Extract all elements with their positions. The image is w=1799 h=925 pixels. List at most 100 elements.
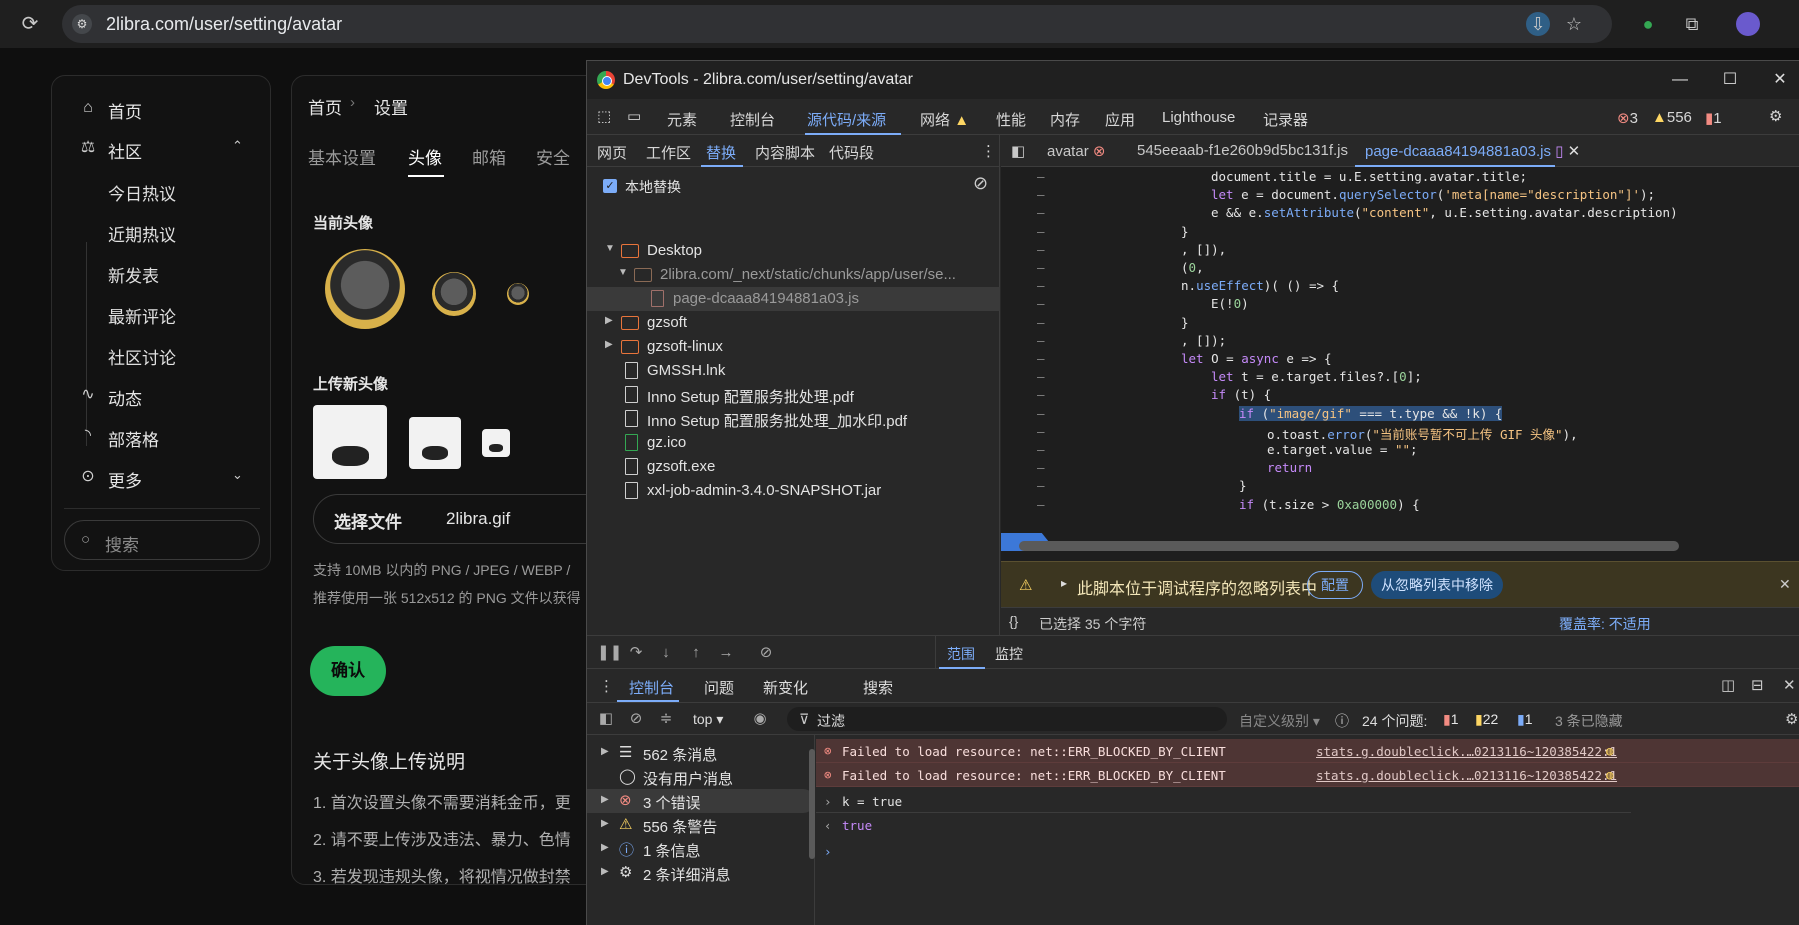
line-gutter[interactable]: – [1037,442,1045,457]
confirm-button[interactable]: 确认 [310,646,386,696]
inspect-icon[interactable]: ⬚ [597,107,611,125]
caret-down-icon[interactable]: ▼ [618,267,628,278]
remove-from-ignore-button[interactable]: 从忽略列表中移除 [1371,571,1503,599]
console-filter-item[interactable]: ▶ ☰ 562 条消息 [587,741,815,765]
issue-info[interactable]: ▮1 [1517,711,1533,728]
step-out-icon[interactable]: ↑ [687,644,705,662]
tab-sources[interactable]: 源代码/来源 [807,109,886,130]
extensions-puzzle-icon[interactable]: ⧉ [1680,12,1704,36]
pretty-print-icon[interactable]: {} [1009,613,1018,629]
line-gutter[interactable]: – [1037,315,1045,330]
info-circle-icon[interactable]: ⓘ [1335,711,1349,731]
pause-icon[interactable]: ❚❚ [597,644,622,662]
breadcrumb-home[interactable]: 首页 [308,94,342,119]
sidebar-toggle-icon[interactable]: ◧ [597,710,615,728]
console-filter-item[interactable]: ◯ 没有用户消息 [587,765,815,789]
tree-item[interactable]: xxl-job-admin-3.4.0-SNAPSHOT.jar [587,479,1000,503]
tree-item[interactable]: ▼ Desktop [587,239,1000,263]
issue-warnings[interactable]: ▮22 [1475,711,1498,728]
line-gutter[interactable]: – [1037,187,1045,202]
tab-avatar[interactable]: 头像 [408,144,442,169]
step-into-icon[interactable]: ↓ [657,644,675,662]
live-expression-eye-icon[interactable]: ◉ [751,710,769,728]
tab-memory[interactable]: 内存 [1050,109,1080,130]
nav-activity[interactable]: ∿ 动态 [52,377,272,413]
editor-tab-avatar[interactable]: avatar ⊗ [1047,142,1105,160]
clear-overrides-icon[interactable]: ⊘ [973,173,988,194]
line-gutter[interactable]: – [1037,460,1045,475]
line-gutter[interactable]: – [1037,369,1045,384]
dock-side-icon[interactable]: ◫ [1721,676,1735,694]
tree-item[interactable]: Inno Setup 配置服务批处理.pdf [587,383,1000,407]
caret-right-icon[interactable]: ▶ [605,315,613,326]
tab-elements[interactable]: 元素 [667,109,697,130]
step-over-icon[interactable]: ↷ [627,644,645,662]
nav-sub-discussion[interactable]: 社区讨论 [108,344,176,369]
line-gutter[interactable]: – [1037,224,1045,239]
tab-workspace[interactable]: 工作区 [646,142,691,163]
line-gutter[interactable]: – [1037,333,1045,348]
step-icon[interactable]: → [717,644,735,662]
log-source-link[interactable]: stats.g.doubleclick.…0213116~120385422:1 [1316,744,1617,759]
expand-arrow-icon[interactable]: ▸ [1061,576,1067,590]
deactivate-breakpoints-icon[interactable]: ⊘ [757,644,775,662]
tab-security[interactable]: 安全 [536,144,570,169]
line-gutter[interactable]: – [1037,205,1045,220]
drawer-tab-issues[interactable]: 问题 [704,677,734,698]
context-select[interactable]: top ▾ [693,711,723,728]
tree-item[interactable]: gzsoft.exe [587,455,1000,479]
nav-home[interactable]: ⌂ 首页 [52,90,272,126]
tab-overrides[interactable]: 替换 [706,142,736,163]
tab-application[interactable]: 应用 [1105,109,1135,130]
error-count[interactable]: ⊗3 [1617,109,1638,127]
warning-count[interactable]: ▲556 [1652,109,1692,126]
tree-item[interactable]: ▶ gzsoft [587,311,1000,335]
site-settings-icon[interactable]: ⚙ [72,14,92,34]
extension-green-icon[interactable]: ● [1636,12,1660,36]
caret-right-icon[interactable]: ▶ [605,339,613,350]
caret-right-icon[interactable]: ▶ [601,746,609,757]
issue-errors[interactable]: ▮1 [1443,711,1459,728]
console-filter-item[interactable]: ▶ ⚠ 556 条警告 [587,813,815,837]
more-options-icon[interactable]: ⋮ [981,142,996,160]
settings-gear-icon[interactable]: ⚙ [1769,107,1782,125]
log-levels-select[interactable]: 自定义级别 ▾ [1239,711,1320,731]
drawer-menu-icon[interactable]: ⋮ [599,677,614,695]
tab-network[interactable]: 网络 ▲ [920,109,969,130]
reload-icon[interactable]: ⟳ [18,12,42,36]
tab-snippets[interactable]: 代码段 [829,142,874,163]
caret-down-icon[interactable]: ▼ [605,243,615,254]
line-gutter[interactable]: – [1037,478,1045,493]
line-gutter[interactable]: – [1037,169,1045,184]
nav-blog[interactable]: ◝ 部落格 [52,418,272,454]
maximize-icon[interactable]: ☐ [1717,67,1743,93]
drawer-tab-console[interactable]: 控制台 [629,677,674,698]
line-gutter[interactable]: – [1037,424,1045,439]
tree-item[interactable]: Inno Setup 配置服务批处理_加水印.pdf [587,407,1000,431]
tab-console[interactable]: 控制台 [730,109,775,130]
console-prompt[interactable]: › [816,839,1799,863]
line-gutter[interactable]: – [1037,296,1045,311]
editor-tab-545eeaab[interactable]: 545eeaab-f1e260b9d5bc131f.js [1137,142,1348,159]
tab-basic[interactable]: 基本设置 [308,144,376,169]
toggle-navigator-icon[interactable]: ◧ [1011,142,1025,160]
caret-right-icon[interactable]: ▶ [601,794,609,805]
tab-content-scripts[interactable]: 内容脚本 [755,142,815,163]
tree-item[interactable]: ▼ 2libra.com/_next/static/chunks/app/user… [587,263,1000,287]
console-filter-input[interactable] [787,707,1227,731]
line-gutter[interactable]: – [1037,497,1045,512]
configure-button[interactable]: 配置 [1307,571,1363,599]
caret-right-icon[interactable]: ▶ [601,842,609,853]
tree-item[interactable]: page-dcaaa84194881a03.js [587,287,1000,311]
nav-sub-hot-today[interactable]: 今日热议 [108,180,176,205]
drawer-dock-icon[interactable]: ⊟ [1751,676,1764,694]
line-gutter[interactable]: – [1037,387,1045,402]
sidebar-scrollbar[interactable] [809,749,815,859]
info-count[interactable]: ▮1 [1705,109,1722,127]
nav-sub-hot-recent[interactable]: 近期热议 [108,221,176,246]
tab-recorder[interactable]: 记录器 [1263,109,1308,130]
editor-tab-page[interactable]: page-dcaaa84194881a03.js ▯ ✕ [1365,142,1580,160]
console-filter-item[interactable]: ▶ ⓘ 1 条信息 [587,837,815,861]
tab-lighthouse[interactable]: Lighthouse [1162,109,1235,126]
caret-right-icon[interactable]: ▶ [601,866,609,877]
